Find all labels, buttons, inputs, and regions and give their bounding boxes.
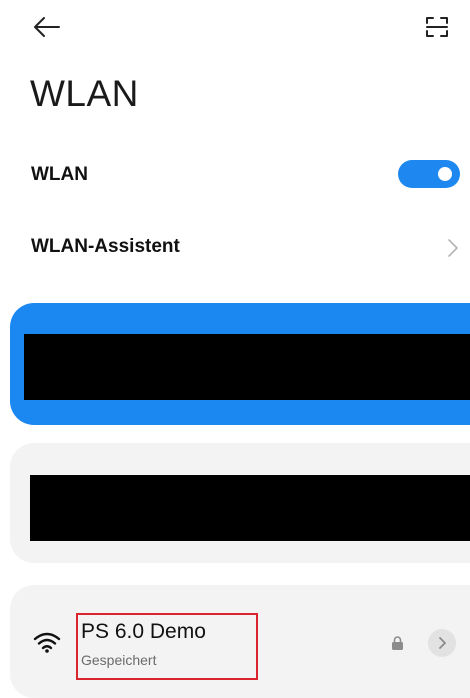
top-bar [0, 0, 470, 56]
redacted-network-name [30, 475, 470, 541]
scan-button[interactable] [420, 10, 454, 44]
arrow-left-icon [34, 17, 60, 37]
qr-scan-icon [426, 17, 448, 37]
highlight-box [76, 613, 258, 680]
toggle-knob [438, 167, 452, 181]
chevron-right-icon[interactable] [446, 237, 460, 259]
wlan-settings-screen: WLAN WLAN WLAN-Assistent PS 6.0 Demo Ges… [0, 0, 470, 698]
wlan-toggle[interactable] [398, 160, 460, 188]
wlan-toggle-label: WLAN [31, 164, 88, 185]
network-details-button[interactable] [428, 629, 456, 657]
wlan-assistant-label[interactable]: WLAN-Assistent [31, 236, 180, 258]
lock-icon [392, 636, 403, 650]
wifi-icon [33, 632, 61, 653]
chevron-right-icon [439, 637, 446, 649]
page-title: WLAN [30, 73, 139, 114]
back-button[interactable] [30, 10, 64, 44]
redacted-network-name [24, 334, 470, 400]
